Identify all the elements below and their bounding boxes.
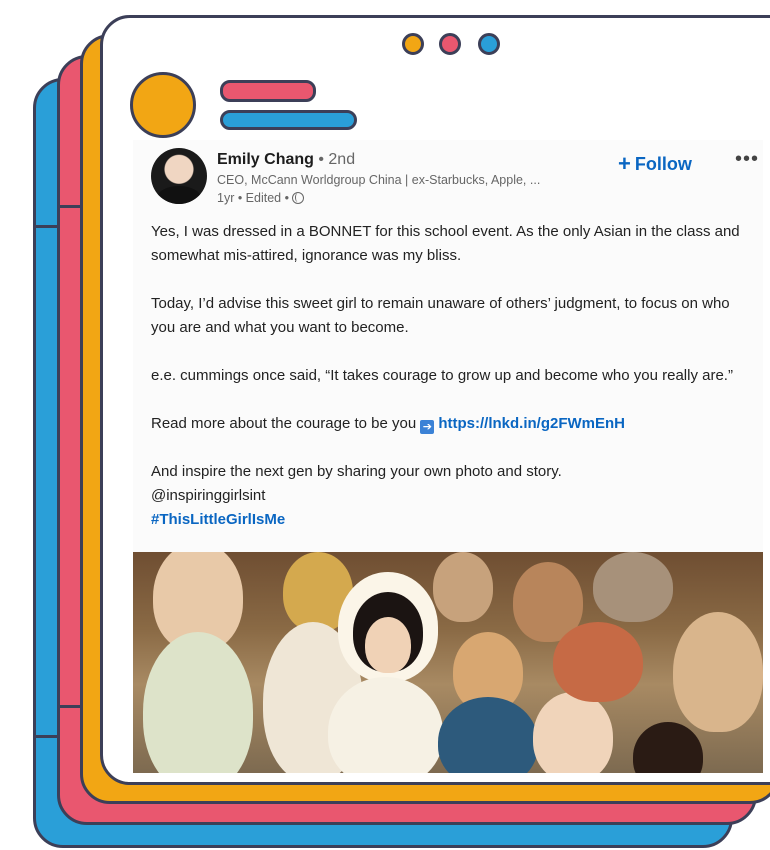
post-time: 1yr • Edited • [217, 191, 293, 205]
author-line: Emily Chang • 2nd [217, 151, 355, 169]
follow-button[interactable]: + Follow [618, 151, 692, 177]
subtitle-placeholder-bar [220, 110, 357, 130]
title-placeholder-bar [220, 80, 316, 102]
divider [33, 735, 57, 738]
post-paragraph: Yes, I was dressed in a BONNET for this … [151, 223, 740, 264]
closing-line: And inspire the next gen by sharing your… [151, 463, 562, 480]
read-more-text: Read more about the courage to be you [151, 415, 421, 432]
hashtag-link[interactable]: #ThisLittleGirlIsMe [151, 508, 751, 532]
window-dot-red [439, 33, 461, 55]
window-dot-yellow [402, 33, 424, 55]
post-header: Emily Chang • 2nd CEO, McCann Worldgroup… [151, 148, 763, 208]
follow-label: Follow [634, 154, 692, 174]
divider [33, 225, 57, 228]
post-body: Yes, I was dressed in a BONNET for this … [151, 220, 751, 532]
connection-degree: • 2nd [313, 151, 356, 168]
avatar[interactable] [151, 148, 207, 204]
ellipsis-icon[interactable]: ••• [735, 148, 759, 171]
window-dot-blue [478, 33, 500, 55]
post-photo[interactable] [133, 552, 763, 773]
divider [57, 705, 80, 708]
post-meta: 1yr • Edited • [217, 191, 305, 205]
read-more-link[interactable]: https://lnkd.in/g2FWmEnH [438, 415, 625, 432]
author-headline: CEO, McCann Worldgroup China | ex-Starbu… [217, 173, 541, 187]
plus-icon: + [618, 151, 631, 176]
arrow-right-icon: ➔ [420, 420, 435, 434]
post-paragraph: e.e. cummings once said, “It takes coura… [151, 367, 733, 384]
mention[interactable]: @inspiringgirlsint [151, 484, 751, 508]
avatar-placeholder [130, 72, 196, 138]
divider [57, 205, 80, 208]
linkedin-post: Emily Chang • 2nd CEO, McCann Worldgroup… [133, 140, 763, 773]
post-paragraph: Today, I’d advise this sweet girl to rem… [151, 295, 730, 336]
author-name[interactable]: Emily Chang [217, 151, 314, 168]
read-more-line: Read more about the courage to be you ➔ h… [151, 412, 751, 436]
globe-icon [292, 192, 305, 204]
